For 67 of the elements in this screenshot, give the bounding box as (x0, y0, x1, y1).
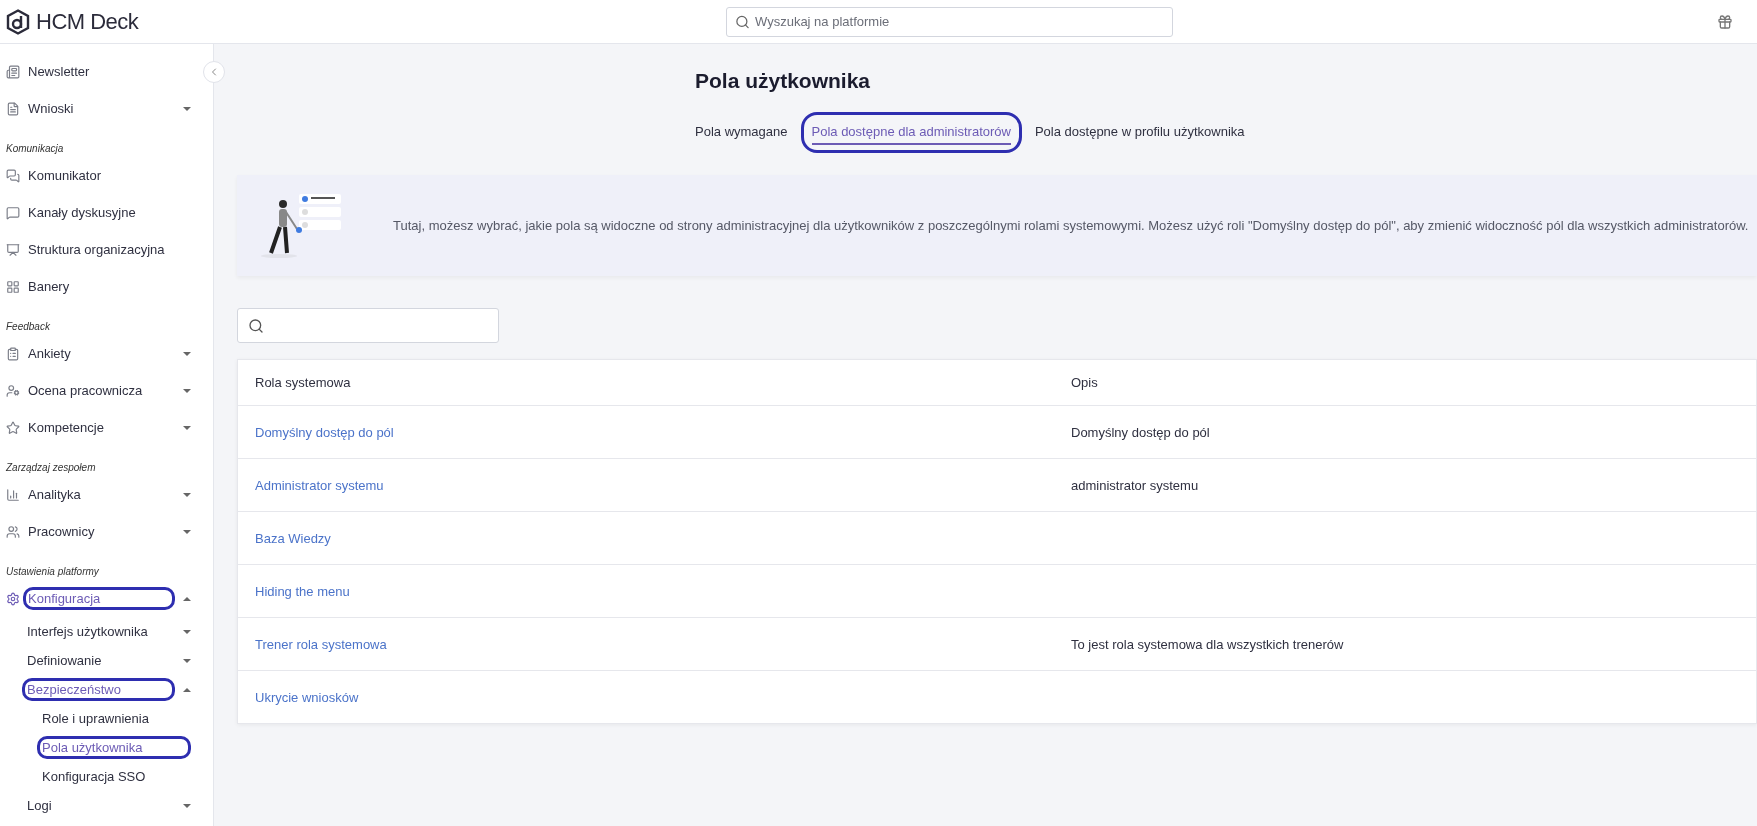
table-cell-text: To jest rola systemowa dla wszystkich trenerów (1071, 636, 1345, 652)
sidebar-item[interactable]: Struktura organizacyjna (0, 231, 213, 268)
role-link[interactable]: Ukrycie wniosków (255, 689, 359, 705)
search-icon (248, 317, 264, 334)
caret-icon (183, 658, 191, 663)
role-link[interactable]: Administrator systemu (255, 477, 384, 493)
caret-icon (183, 687, 191, 692)
caret-icon (183, 106, 191, 111)
menu-icon (6, 420, 20, 435)
logo-icon (6, 8, 30, 35)
sidebar-item[interactable]: Konfiguracja (0, 580, 213, 617)
role-link[interactable]: Hiding the menu (255, 583, 350, 599)
collapse-button[interactable] (203, 61, 225, 83)
sidebar-item[interactable]: Definiowanie (0, 646, 213, 675)
sidebar-item[interactable]: Wnioski (0, 90, 213, 127)
column-header: Opis (1071, 375, 1099, 390)
sidebar-item[interactable]: Logi (0, 791, 213, 820)
role-link[interactable]: Trener rola systemowa (255, 636, 387, 652)
gift-icon[interactable] (1717, 13, 1733, 30)
sidebar-item[interactable]: Analityka (0, 476, 213, 513)
search-icon (735, 14, 750, 29)
menu-icon (6, 346, 20, 361)
column-header: Rola systemowa (254, 375, 352, 390)
tab[interactable]: Pola wymagane (684, 112, 799, 153)
role-link[interactable]: Baza Wiedzy (255, 530, 331, 546)
caret-icon (183, 803, 191, 808)
menu-icon (6, 205, 20, 220)
sidebar-item[interactable]: Konfiguracja SSO (0, 762, 213, 791)
section-heading: Zarządzaj zespołem (5, 461, 97, 475)
info-text: Tutaj, możesz wybrać, jakie pola są widoczne od strony administracyjnej dla użytkowników z poszczególnymi rolami systemowymi. Możesz użyć roli "Domyślny dostęp do pól", aby zmienić widoczność pól dla wszystkich administratorów. (393, 218, 1749, 233)
sidebar-item[interactable]: Kanały dyskusyjne (0, 194, 213, 231)
menu-icon (6, 242, 20, 257)
sidebar-item[interactable]: Ankiety (0, 335, 213, 372)
section-heading: Feedback (5, 320, 51, 334)
menu-icon (6, 383, 20, 398)
logo-text: HCM Deck (36, 8, 139, 35)
sidebar-item[interactable]: Pracownicy (0, 513, 213, 550)
caret-icon (183, 596, 191, 601)
sidebar-item[interactable]: Banery (0, 268, 213, 305)
caret-icon (183, 351, 191, 356)
menu-icon (6, 279, 20, 294)
section-heading: Ustawienia platformy (5, 565, 100, 579)
caret-icon (183, 388, 191, 393)
sidebar-item[interactable]: Interfejs użytkownika (0, 617, 213, 646)
section-heading: Komunikacja (5, 142, 65, 156)
menu-icon (6, 168, 20, 183)
role-link[interactable]: Domyślny dostęp do pól (255, 424, 394, 440)
search-field[interactable] (237, 308, 499, 343)
menu-icon (6, 524, 20, 539)
sidebar-item[interactable]: Ocena pracownicza (0, 372, 213, 409)
menu-icon (6, 64, 20, 79)
sidebar-item[interactable]: Role i uprawnienia (0, 704, 213, 733)
sidebar-item[interactable]: Kompetencje (0, 409, 213, 446)
menu-icon (6, 591, 20, 606)
caret-icon (183, 529, 191, 534)
tab[interactable]: Pola dostępne w profilu użytkownika (1023, 112, 1256, 153)
table-cell-text: Domyślny dostęp do pól (1071, 424, 1211, 440)
caret-icon (183, 492, 191, 497)
menu-icon (6, 101, 20, 116)
page-title: Pola użytkownika (695, 68, 872, 94)
caret-icon (183, 425, 191, 430)
caret-icon (183, 629, 191, 634)
tab[interactable]: Pola dostępne dla administratorów (800, 112, 1022, 153)
menu-icon (6, 487, 20, 502)
search-field[interactable]: Wyszukaj na platformie (726, 6, 1173, 37)
sidebar-item[interactable]: Komunikator (0, 157, 213, 194)
table-cell-text: administrator systemu (1071, 477, 1200, 493)
